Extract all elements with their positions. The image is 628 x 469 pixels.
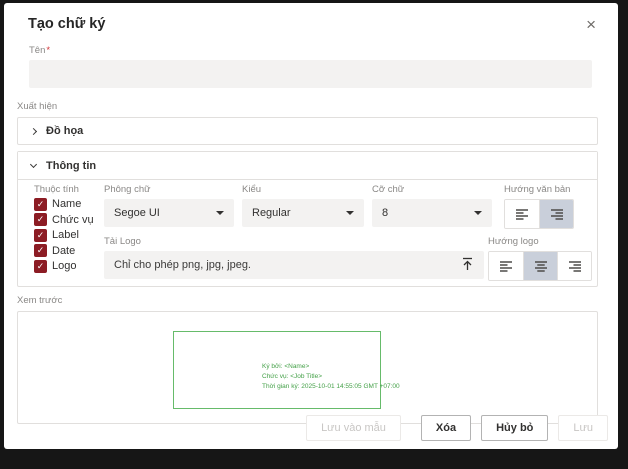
accordion-graphics-label: Đồ họa	[46, 125, 83, 137]
screen-background: Tạo chữ ký × Tên* Xuất hiện Đồ họa Thông…	[0, 0, 628, 469]
check-icon: ✓	[37, 215, 45, 224]
text-direction-label: Hướng văn bản	[504, 184, 574, 195]
checkbox-label: Chức vụ	[52, 214, 94, 226]
signature-preview-frame: Ký bởi: <Name> Chức vụ: <Job Title> Thời…	[173, 331, 381, 409]
check-icon: ✓	[37, 200, 45, 209]
checkbox-label: Logo	[52, 260, 76, 272]
font-label: Phông chữ	[104, 184, 234, 195]
checkbox-label: Label	[52, 229, 79, 241]
info-content: Thuộc tính ✓ Name ✓ Chức vụ ✓ Label	[18, 180, 597, 286]
chevron-down-icon	[30, 161, 37, 168]
text-direction-field: Hướng văn bản	[504, 184, 574, 229]
check-icon: ✓	[37, 262, 45, 271]
delete-button[interactable]: Xóa	[421, 415, 471, 441]
attributes-label: Thuộc tính	[34, 184, 104, 195]
signature-preview-text: Ký bởi: <Name> Chức vụ: <Job Title> Thời…	[262, 362, 400, 392]
accordion-graphics[interactable]: Đồ họa	[17, 117, 598, 145]
check-icon: ✓	[37, 246, 45, 255]
checkbox-checked-icon[interactable]: ✓	[34, 198, 47, 211]
logo-upload-section: Tải Logo Chỉ cho phép png, jpg, jpeg.	[104, 236, 484, 281]
signature-line-signed-by: Ký bởi: <Name>	[262, 362, 400, 372]
logo-upload-field[interactable]: Chỉ cho phép png, jpg, jpeg.	[104, 251, 484, 279]
size-label: Cỡ chữ	[372, 184, 492, 195]
controls-row-2: Tải Logo Chỉ cho phép png, jpg, jpeg.	[104, 236, 592, 281]
size-value: 8	[382, 207, 388, 219]
checkbox-label: Name	[52, 198, 81, 210]
close-icon[interactable]: ×	[582, 16, 600, 33]
checkbox-row-label[interactable]: ✓ Label	[34, 229, 104, 242]
checkbox-checked-icon[interactable]: ✓	[34, 244, 47, 257]
text-direction-toggle-group	[504, 199, 574, 229]
style-label: Kiểu	[242, 184, 364, 195]
cancel-button[interactable]: Hủy bỏ	[481, 415, 548, 441]
logo-upload-label: Tải Logo	[104, 236, 484, 247]
size-field: Cỡ chữ 8	[372, 184, 492, 229]
size-dropdown[interactable]: 8	[372, 199, 492, 227]
style-field: Kiểu Regular	[242, 184, 364, 229]
chevron-right-icon	[30, 128, 37, 135]
checkbox-row-date[interactable]: ✓ Date	[34, 244, 104, 257]
checkbox-row-logo[interactable]: ✓ Logo	[34, 260, 104, 273]
text-align-left-button[interactable]	[505, 200, 539, 228]
logo-direction-field: Hướng logo	[488, 236, 592, 281]
save-to-template-button[interactable]: Lưu vào mẫu	[306, 415, 401, 441]
checkbox-row-job-title[interactable]: ✓ Chức vụ	[34, 213, 104, 226]
checkbox-row-name[interactable]: ✓ Name	[34, 198, 104, 211]
appearance-section: Xuất hiện Đồ họa Thông tin Thuộc tính ✓ …	[17, 101, 598, 287]
signature-line-timestamp: Thời gian ký: 2025-10-01 14:55:05 GMT +0…	[262, 382, 400, 392]
accordion-info[interactable]: Thông tin	[18, 152, 597, 180]
caret-down-icon	[474, 211, 482, 215]
dialog-header: Tạo chữ ký ×	[4, 3, 618, 33]
logo-direction-toggle-group	[488, 251, 592, 281]
text-align-right-button[interactable]	[539, 200, 573, 228]
controls-area: Phông chữ Segoe UI Kiểu Regular	[104, 184, 592, 281]
required-asterisk: *	[46, 45, 50, 56]
align-left-icon	[499, 260, 513, 273]
align-right-icon	[550, 208, 564, 221]
align-right-icon	[568, 260, 582, 273]
checkbox-checked-icon[interactable]: ✓	[34, 260, 47, 273]
upload-icon[interactable]	[461, 257, 474, 274]
attributes-column: Thuộc tính ✓ Name ✓ Chức vụ ✓ Label	[34, 184, 104, 281]
accordion-info-box: Thông tin Thuộc tính ✓ Name ✓ Chức vụ	[17, 151, 598, 287]
align-center-icon	[534, 260, 548, 273]
name-section: Tên*	[29, 45, 592, 88]
logo-align-center-button[interactable]	[523, 252, 557, 280]
logo-align-left-button[interactable]	[489, 252, 523, 280]
caret-down-icon	[346, 211, 354, 215]
create-signature-dialog: Tạo chữ ký × Tên* Xuất hiện Đồ họa Thông…	[4, 3, 618, 449]
align-left-icon	[515, 208, 529, 221]
preview-section: Xem trước Ký bởi: <Name> Chức vụ: <Job T…	[17, 295, 598, 424]
font-value: Segoe UI	[114, 207, 160, 219]
appearance-label: Xuất hiện	[17, 101, 598, 112]
logo-direction-label: Hướng logo	[488, 236, 592, 247]
checkbox-checked-icon[interactable]: ✓	[34, 229, 47, 242]
save-button[interactable]: Lưu	[558, 415, 608, 441]
name-label-text: Tên	[29, 45, 45, 56]
caret-down-icon	[216, 211, 224, 215]
checkbox-label: Date	[52, 245, 75, 257]
name-input[interactable]	[29, 60, 592, 88]
style-value: Regular	[252, 207, 291, 219]
font-dropdown[interactable]: Segoe UI	[104, 199, 234, 227]
preview-label: Xem trước	[17, 295, 598, 306]
preview-area: Ký bởi: <Name> Chức vụ: <Job Title> Thời…	[17, 311, 598, 424]
logo-align-right-button[interactable]	[557, 252, 591, 280]
logo-upload-placeholder: Chỉ cho phép png, jpg, jpeg.	[114, 259, 251, 271]
dialog-title: Tạo chữ ký	[28, 16, 105, 32]
controls-row-1: Phông chữ Segoe UI Kiểu Regular	[104, 184, 592, 229]
dialog-footer: Lưu vào mẫu Xóa Hủy bỏ Lưu	[306, 415, 608, 441]
signature-line-job-title: Chức vụ: <Job Title>	[262, 372, 400, 382]
style-dropdown[interactable]: Regular	[242, 199, 364, 227]
check-icon: ✓	[37, 231, 45, 240]
accordion-info-label: Thông tin	[46, 160, 96, 172]
checkbox-checked-icon[interactable]: ✓	[34, 213, 47, 226]
font-field: Phông chữ Segoe UI	[104, 184, 234, 229]
name-label: Tên*	[29, 45, 592, 56]
